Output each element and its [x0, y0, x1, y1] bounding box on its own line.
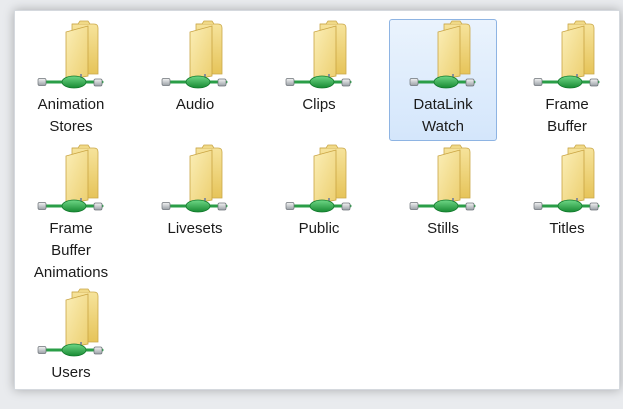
- folder-label: Stills: [427, 220, 459, 237]
- folder-label: Frame Buffer Animations: [33, 220, 109, 281]
- folder-item[interactable]: Frame Buffer: [513, 19, 621, 141]
- folder-label: Frame Buffer: [545, 96, 589, 135]
- folder-label: Audio: [175, 96, 215, 113]
- network-folder-icon: [284, 20, 354, 94]
- folder-item[interactable]: Frame Buffer Animations: [17, 143, 125, 281]
- folder-item[interactable]: Stills: [389, 143, 497, 265]
- folder-label: Livesets: [167, 220, 223, 237]
- folder-item[interactable]: Public: [265, 143, 373, 265]
- network-folder-icon: [160, 144, 230, 218]
- folder-view-pane: Animation Stores Audio Clips DataLink Watch…: [14, 10, 620, 390]
- folder-label: Animation Stores: [37, 96, 105, 135]
- folder-label: Clips: [302, 96, 336, 113]
- folder-item[interactable]: Clips: [265, 19, 373, 141]
- network-folder-icon: [36, 20, 106, 94]
- network-folder-icon: [284, 144, 354, 218]
- folder-grid: Animation Stores Audio Clips DataLink Watch…: [15, 11, 619, 389]
- network-folder-icon: [160, 20, 230, 94]
- folder-label: DataLink Watch: [413, 96, 473, 135]
- folder-item[interactable]: Audio: [141, 19, 249, 141]
- folder-label: Public: [298, 220, 340, 237]
- network-folder-icon: [408, 20, 478, 94]
- network-folder-icon: [532, 144, 602, 218]
- folder-item[interactable]: Livesets: [141, 143, 249, 265]
- network-folder-icon: [36, 144, 106, 218]
- network-folder-icon: [532, 20, 602, 94]
- network-folder-icon: [36, 288, 106, 362]
- folder-item[interactable]: Animation Stores: [17, 19, 125, 141]
- folder-label: Users: [51, 364, 91, 381]
- folder-item[interactable]: Users: [17, 287, 125, 409]
- folder-item[interactable]: Titles: [513, 143, 621, 265]
- network-folder-icon: [408, 144, 478, 218]
- folder-label: Titles: [549, 220, 585, 237]
- folder-item[interactable]: DataLink Watch: [389, 19, 497, 141]
